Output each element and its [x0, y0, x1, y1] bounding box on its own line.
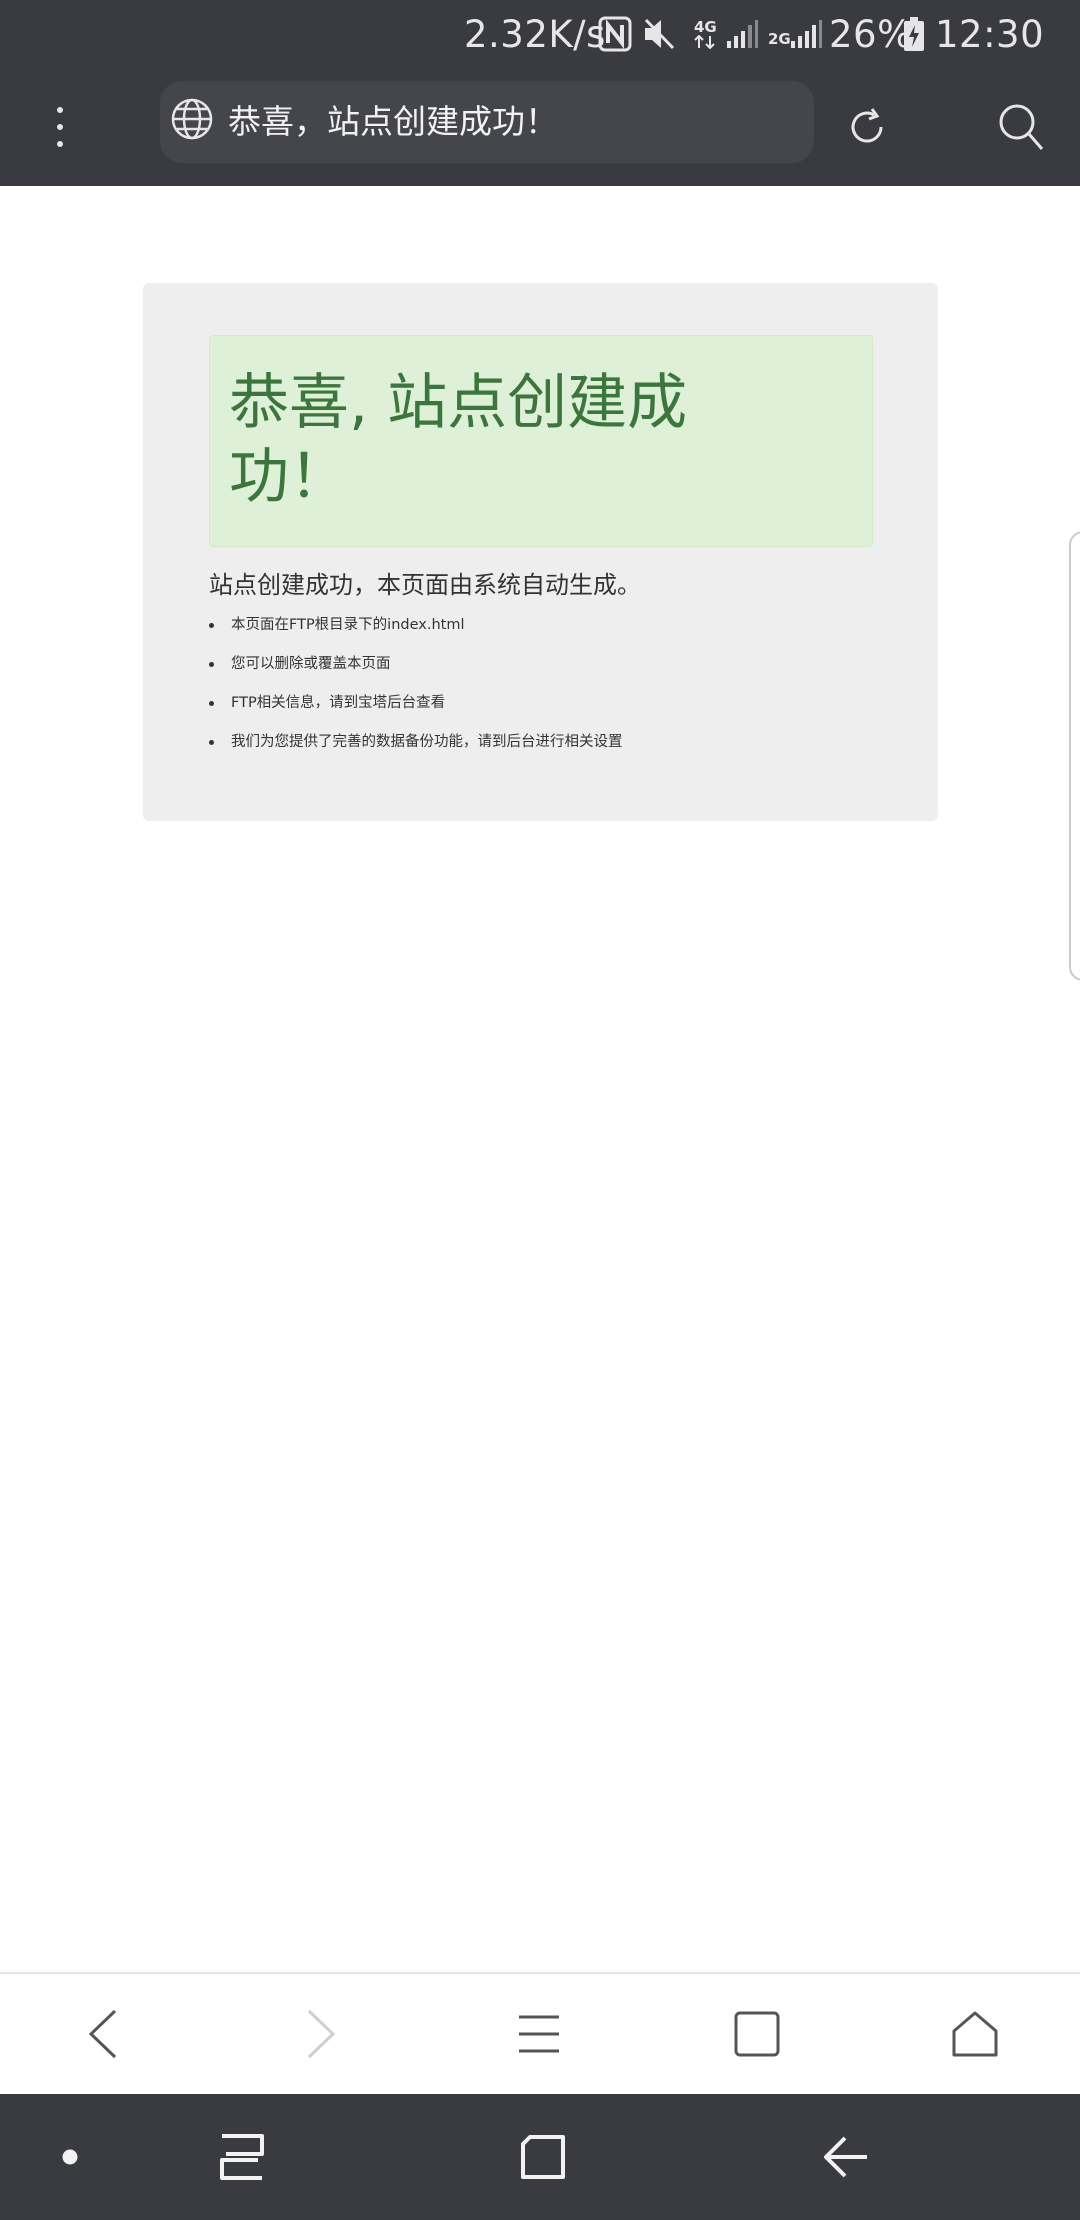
net-2g-label: 2G [768, 30, 791, 48]
back-arrow-icon[interactable] [786, 2094, 906, 2220]
battery-icon [903, 0, 925, 68]
edge-panel-handle[interactable] [1069, 531, 1080, 981]
refresh-icon[interactable] [822, 82, 912, 172]
list-item-text: 我们为您提供了完善的数据备份功能，请到后台进行相关设置 [231, 734, 623, 750]
globe-icon [171, 98, 213, 140]
list-item-text: 本页面在FTP根目录下的index.html [231, 617, 465, 633]
list-item: FTP相关信息，请到宝塔后台查看 [209, 691, 623, 730]
menu-icon[interactable] [474, 1974, 604, 2094]
search-icon[interactable] [976, 82, 1066, 172]
net-4g-indicator: 4G [694, 0, 717, 68]
list-item: 我们为您提供了完善的数据备份功能，请到后台进行相关设置 [209, 730, 623, 769]
list-item-text: FTP相关信息，请到宝塔后台查看 [231, 695, 446, 711]
browser-bottom-bar [0, 1972, 1080, 2094]
web-content: 恭喜, 站点创建成功！ 站点创建成功，本页面由系统自动生成。 本页面在FTP根目… [0, 186, 1080, 1972]
recents-icon[interactable] [182, 2094, 302, 2220]
list-item: 本页面在FTP根目录下的index.html [209, 613, 623, 652]
list-item: 您可以删除或覆盖本页面 [209, 652, 623, 691]
signal-icon [790, 0, 822, 68]
tabs-icon[interactable] [692, 1974, 822, 2094]
network-speed: 2.32K/s [464, 12, 606, 56]
status-bar: 2.32K/s 4G 2G 26% 12:30 [0, 0, 1080, 68]
battery-percent: 26% [829, 12, 913, 56]
dot-icon[interactable] [10, 2094, 130, 2220]
back-icon[interactable] [38, 1974, 168, 2094]
nfc-icon [598, 0, 632, 68]
bullet [209, 662, 214, 667]
signal-icon [726, 0, 758, 68]
forward-icon[interactable] [256, 1974, 386, 2094]
list-item-text: 您可以删除或覆盖本页面 [231, 656, 391, 672]
home-square-icon[interactable] [483, 2094, 603, 2220]
bullet [209, 740, 214, 745]
home-icon[interactable] [910, 1974, 1040, 2094]
bullet [209, 623, 214, 628]
url-text: 恭喜，站点创建成功！ [228, 102, 558, 141]
url-bar[interactable]: 恭喜，站点创建成功！ [160, 81, 814, 163]
content-container: 恭喜, 站点创建成功！ 站点创建成功，本页面由系统自动生成。 本页面在FTP根目… [143, 283, 938, 821]
bullet [209, 701, 214, 706]
lead-text: 站点创建成功，本页面由系统自动生成。 [209, 571, 641, 599]
success-alert: 恭喜, 站点创建成功！ [209, 335, 873, 547]
net-4g-label: 4G [694, 18, 717, 36]
data-arrows-icon [694, 35, 716, 49]
system-nav-bar [0, 2094, 1080, 2220]
browser-toolbar: 恭喜，站点创建成功！ [0, 68, 1080, 186]
more-vertical-icon[interactable] [20, 82, 100, 172]
mute-icon [642, 0, 676, 68]
page-heading: 恭喜, 站点创建成功！ [229, 368, 688, 512]
info-list: 本页面在FTP根目录下的index.html 您可以删除或覆盖本页面 FTP相关… [209, 613, 623, 769]
clock: 12:30 [935, 12, 1045, 56]
